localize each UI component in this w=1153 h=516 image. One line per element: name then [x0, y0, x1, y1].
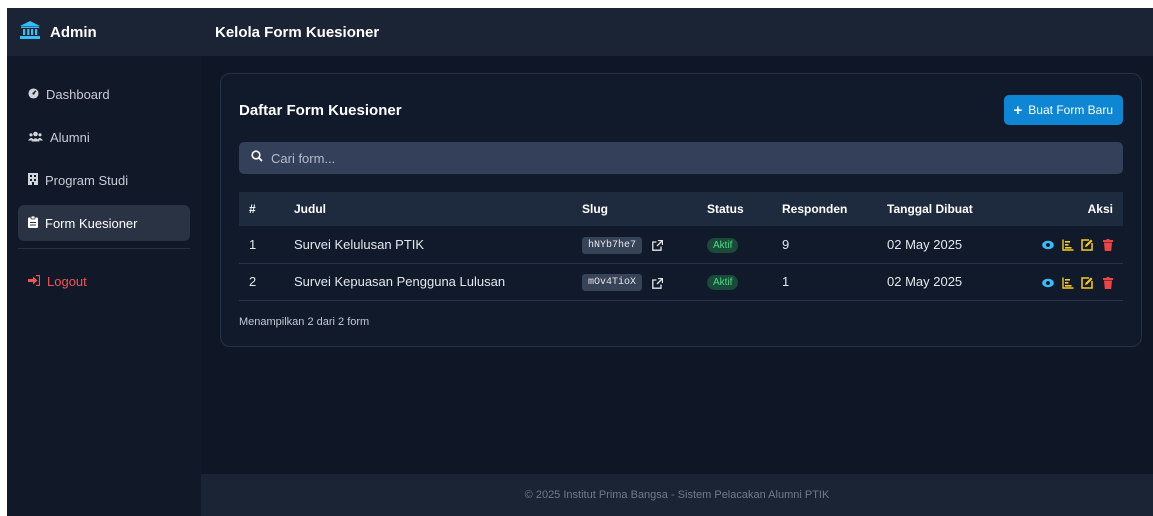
col-responden[interactable]: Responden: [772, 192, 877, 226]
forms-table: # Judul Slug Status Responden Tanggal Di…: [239, 192, 1123, 301]
bank-icon: [20, 20, 40, 44]
building-icon: [28, 172, 38, 188]
table-row: 2 Survei Kepuasan Pengguna Lulusan mOv4T…: [239, 263, 1123, 300]
table-header-row: # Judul Slug Status Responden Tanggal Di…: [239, 192, 1123, 226]
row-status-cell: Aktif: [697, 263, 772, 300]
status-badge: Aktif: [707, 237, 739, 253]
sidebar: Admin Dashboard Alumni Program Studi For…: [7, 8, 201, 516]
external-link-icon[interactable]: [652, 239, 664, 252]
external-link-icon[interactable]: [652, 277, 664, 289]
col-aksi: Aksi: [1087, 202, 1113, 216]
logout-label: Logout: [47, 273, 87, 289]
form-list-card: Daftar Form Kuesioner + Buat Form Baru C…: [220, 73, 1142, 347]
sidebar-divider: [18, 248, 190, 249]
row-title: Survei Kelulusan PTIK: [294, 236, 425, 252]
eye-icon[interactable]: [1042, 239, 1054, 251]
search-icon: [251, 149, 263, 167]
search-input[interactable]: [271, 150, 871, 166]
row-number: 1: [249, 236, 257, 252]
sidebar-item-label: Form Kuesioner: [45, 215, 138, 231]
sidebar-nav: Dashboard Alumni Program Studi Form Kues…: [7, 56, 201, 299]
logout-button[interactable]: Logout: [18, 263, 190, 299]
sidebar-item-dashboard[interactable]: Dashboard: [18, 76, 190, 112]
trash-icon[interactable]: [1101, 276, 1113, 289]
gauge-icon: [28, 87, 39, 102]
col-judul[interactable]: Judul: [284, 192, 572, 226]
sidebar-item-form-kuesioner[interactable]: Form Kuesioner: [18, 205, 190, 241]
row-slug-cell: hNYb7he7: [572, 226, 697, 263]
col-slug[interactable]: Slug: [572, 192, 697, 226]
table-summary: Menampilkan 2 dari 2 form: [239, 316, 370, 328]
sidebar-item-label: Alumni: [50, 129, 90, 145]
chart-icon[interactable]: [1062, 239, 1074, 252]
clipboard-icon: [28, 215, 38, 231]
card-header: Daftar Form Kuesioner + Buat Form Baru: [239, 94, 1123, 126]
row-date: 02 May 2025: [887, 236, 963, 252]
search-bar: [239, 142, 1123, 174]
row-responden: 1: [782, 274, 790, 289]
content: Daftar Form Kuesioner + Buat Form Baru C…: [201, 56, 1153, 474]
eye-icon[interactable]: [1042, 277, 1054, 289]
card-title: Daftar Form Kuesioner: [239, 101, 402, 119]
app-window: Admin Dashboard Alumni Program Studi For…: [7, 8, 1153, 516]
page-title: Kelola Form Kuesioner: [215, 23, 380, 41]
slug-code: hNYb7he7: [582, 236, 643, 254]
row-date: 02 May 2025: [887, 274, 963, 289]
sidebar-item-program-studi[interactable]: Program Studi: [18, 162, 190, 198]
topbar: Kelola Form Kuesioner: [201, 8, 1153, 56]
chart-icon[interactable]: [1062, 277, 1074, 289]
row-title: Survei Kepuasan Pengguna Lulusan: [294, 274, 506, 289]
brand[interactable]: Admin: [7, 8, 201, 56]
trash-icon[interactable]: [1101, 239, 1113, 252]
row-actions: [1007, 263, 1123, 300]
users-icon: [28, 130, 43, 145]
sidebar-item-label: Dashboard: [46, 86, 110, 102]
col-tanggal[interactable]: Tanggal Dibuat: [877, 192, 1007, 226]
row-responden: 9: [782, 236, 790, 252]
slug-code: mOv4TioX: [582, 274, 643, 291]
col-number[interactable]: #: [239, 192, 284, 226]
row-status-cell: Aktif: [697, 226, 772, 263]
table-row: 1 Survei Kelulusan PTIK hNYb7he7 Aktif 9…: [239, 226, 1123, 263]
status-badge: Aktif: [707, 275, 739, 290]
row-actions: [1007, 226, 1123, 263]
sign-out-icon: [28, 274, 41, 289]
edit-icon[interactable]: [1081, 239, 1094, 252]
sidebar-item-label: Program Studi: [45, 172, 129, 188]
create-form-button[interactable]: + Buat Form Baru: [1003, 95, 1123, 125]
row-slug-cell: mOv4TioX: [572, 263, 697, 300]
edit-icon[interactable]: [1081, 276, 1094, 289]
footer: © 2025 Institut Prima Bangsa - Sistem Pe…: [201, 474, 1153, 516]
row-number: 2: [249, 274, 257, 289]
main-area: Kelola Form Kuesioner Daftar Form Kuesio…: [201, 8, 1153, 516]
sidebar-item-alumni[interactable]: Alumni: [18, 119, 190, 155]
create-form-label: Buat Form Baru: [1028, 103, 1113, 117]
plus-icon: +: [1013, 101, 1023, 119]
col-status[interactable]: Status: [697, 192, 772, 226]
footer-text: © 2025 Institut Prima Bangsa - Sistem Pe…: [524, 489, 830, 501]
brand-title: Admin: [50, 23, 97, 41]
